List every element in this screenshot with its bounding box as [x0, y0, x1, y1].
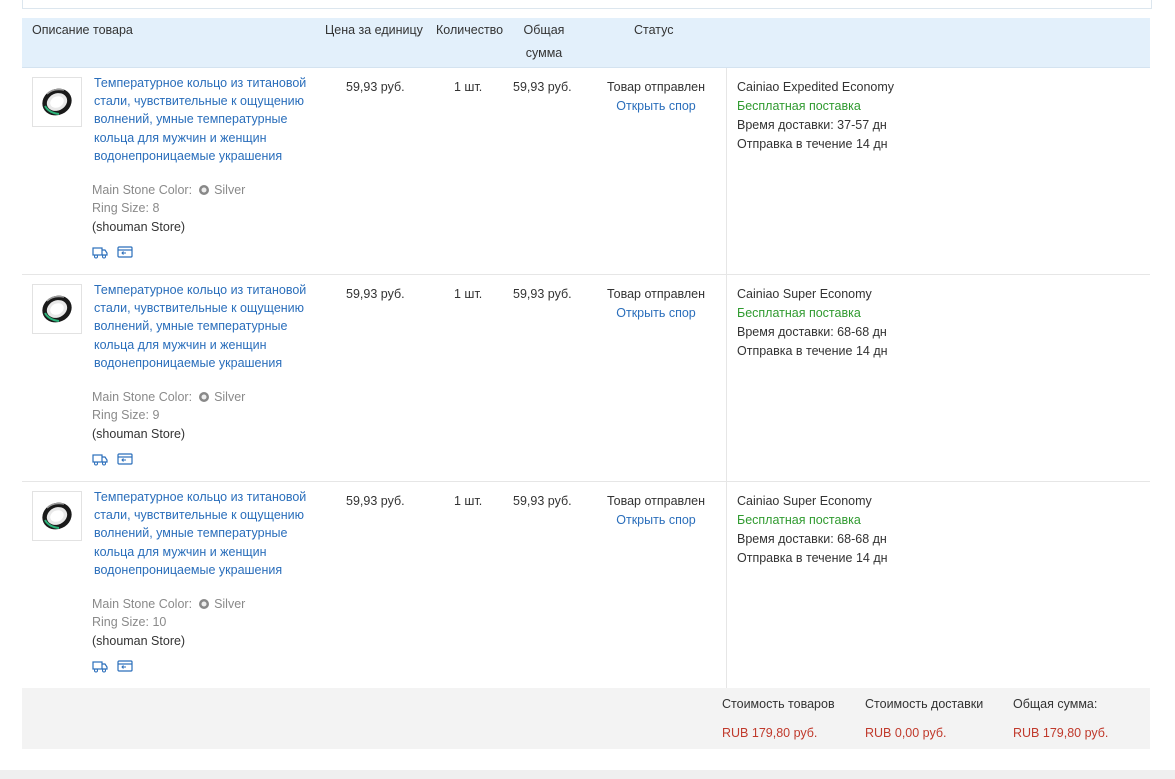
row-actions: [92, 659, 133, 673]
store-name: (shouman Store): [92, 634, 186, 648]
carrier-name: Cainiao Super Economy: [737, 494, 872, 508]
unit-price: 59,93 руб.: [346, 80, 405, 94]
dispatch-time: Отправка в течение 14 дн: [737, 344, 888, 358]
stone-color-attr: Main Stone Color: Silver: [92, 390, 246, 404]
unit-price: 59,93 руб.: [346, 287, 405, 301]
status-text: Товар отправлен: [606, 287, 706, 301]
product-title-link[interactable]: Температурное кольцо из титановой стали,…: [94, 488, 319, 579]
product-thumbnail[interactable]: [32, 77, 82, 127]
top-panel-edge: [22, 0, 1152, 9]
carrier-name: Cainiao Expedited Economy: [737, 80, 895, 94]
stone-color-attr: Main Stone Color: Silver: [92, 183, 246, 197]
header-unit-price: Цена за единицу: [325, 23, 423, 37]
header-total: Общая сумма: [523, 23, 565, 60]
product-title-link[interactable]: Температурное кольцо из титановой стали,…: [94, 281, 319, 372]
shipping-truck-icon[interactable]: [92, 659, 108, 673]
line-total: 59,93 руб.: [513, 287, 572, 301]
quantity: 1 шт.: [454, 80, 483, 94]
column-divider: [726, 275, 727, 481]
shipping-info: Cainiao Expedited Economy Бесплатная пос…: [737, 78, 894, 154]
open-dispute-link[interactable]: Открыть спор: [594, 304, 718, 322]
store-name: (shouman Store): [92, 427, 186, 441]
page-footer-strip: [0, 770, 1175, 779]
column-divider: [726, 482, 727, 688]
shipping-truck-icon[interactable]: [92, 245, 108, 259]
shipping-info: Cainiao Super Economy Бесплатная поставк…: [737, 492, 888, 568]
goods-cost-value: RUB 179,80 руб.: [722, 726, 818, 740]
order-status: Товар отправлен Открыть спор: [594, 285, 718, 322]
dispatch-time: Отправка в течение 14 дн: [737, 137, 888, 151]
ring-size-attr: Ring Size: 10: [92, 615, 167, 629]
delivery-time: Время доставки: 37-57 дн: [737, 118, 887, 132]
carrier-name: Cainiao Super Economy: [737, 287, 872, 301]
header-status: Статус: [634, 23, 674, 37]
order-status: Товар отправлен Открыть спор: [594, 78, 718, 115]
ring-size-attr: Ring Size: 8: [92, 201, 160, 215]
order-row: Температурное кольцо из титановой стали,…: [22, 482, 1150, 689]
header-description: Описание товара: [32, 23, 133, 37]
ring-product-icon: [42, 295, 72, 323]
row-actions: [92, 452, 133, 466]
status-text: Товар отправлен: [606, 80, 706, 94]
stone-color-attr: Main Stone Color: Silver: [92, 597, 246, 611]
shipping-info: Cainiao Super Economy Бесплатная поставк…: [737, 285, 888, 361]
order-row: Температурное кольцо из титановой стали,…: [22, 275, 1150, 482]
order-status: Товар отправлен Открыть спор: [594, 492, 718, 529]
delivery-time: Время доставки: 68-68 дн: [737, 532, 887, 546]
line-total: 59,93 руб.: [513, 494, 572, 508]
order-row: Температурное кольцо из титановой стали,…: [22, 68, 1150, 275]
shipping-cost-label: Стоимость доставки: [865, 697, 984, 711]
line-total: 59,93 руб.: [513, 80, 572, 94]
row-actions: [92, 245, 133, 259]
quantity: 1 шт.: [454, 287, 483, 301]
product-thumbnail[interactable]: [32, 284, 82, 334]
gem-icon: [199, 185, 210, 195]
product-thumbnail[interactable]: [32, 491, 82, 541]
total-label: Общая сумма:: [1013, 697, 1098, 711]
open-dispute-link[interactable]: Открыть спор: [594, 97, 718, 115]
goods-cost-label: Стоимость товаров: [722, 697, 835, 711]
order-card-icon[interactable]: [117, 245, 133, 259]
free-shipping-label: Бесплатная поставка: [737, 99, 861, 113]
free-shipping-label: Бесплатная поставка: [737, 306, 861, 320]
quantity: 1 шт.: [454, 494, 483, 508]
total-value: RUB 179,80 руб.: [1013, 726, 1109, 740]
order-card-icon[interactable]: [117, 452, 133, 466]
delivery-time: Время доставки: 68-68 дн: [737, 325, 887, 339]
column-divider: [726, 68, 727, 274]
shipping-cost-value: RUB 0,00 руб.: [865, 726, 947, 740]
open-dispute-link[interactable]: Открыть спор: [594, 511, 718, 529]
gem-icon: [199, 599, 210, 609]
unit-price: 59,93 руб.: [346, 494, 405, 508]
product-title-link[interactable]: Температурное кольцо из титановой стали,…: [94, 74, 319, 165]
ring-size-attr: Ring Size: 9: [92, 408, 160, 422]
ring-product-icon: [42, 502, 72, 530]
gem-icon: [199, 392, 210, 402]
dispatch-time: Отправка в течение 14 дн: [737, 551, 888, 565]
ring-product-icon: [42, 88, 72, 116]
status-text: Товар отправлен: [606, 494, 706, 508]
order-card-icon[interactable]: [117, 659, 133, 673]
free-shipping-label: Бесплатная поставка: [737, 513, 861, 527]
header-quantity: Количество: [436, 23, 504, 37]
store-name: (shouman Store): [92, 220, 186, 234]
order-summary: Стоимость товаров Стоимость доставки Общ…: [22, 688, 1150, 749]
table-header: Описание товара Цена за единицу Количест…: [22, 18, 1150, 68]
shipping-truck-icon[interactable]: [92, 452, 108, 466]
